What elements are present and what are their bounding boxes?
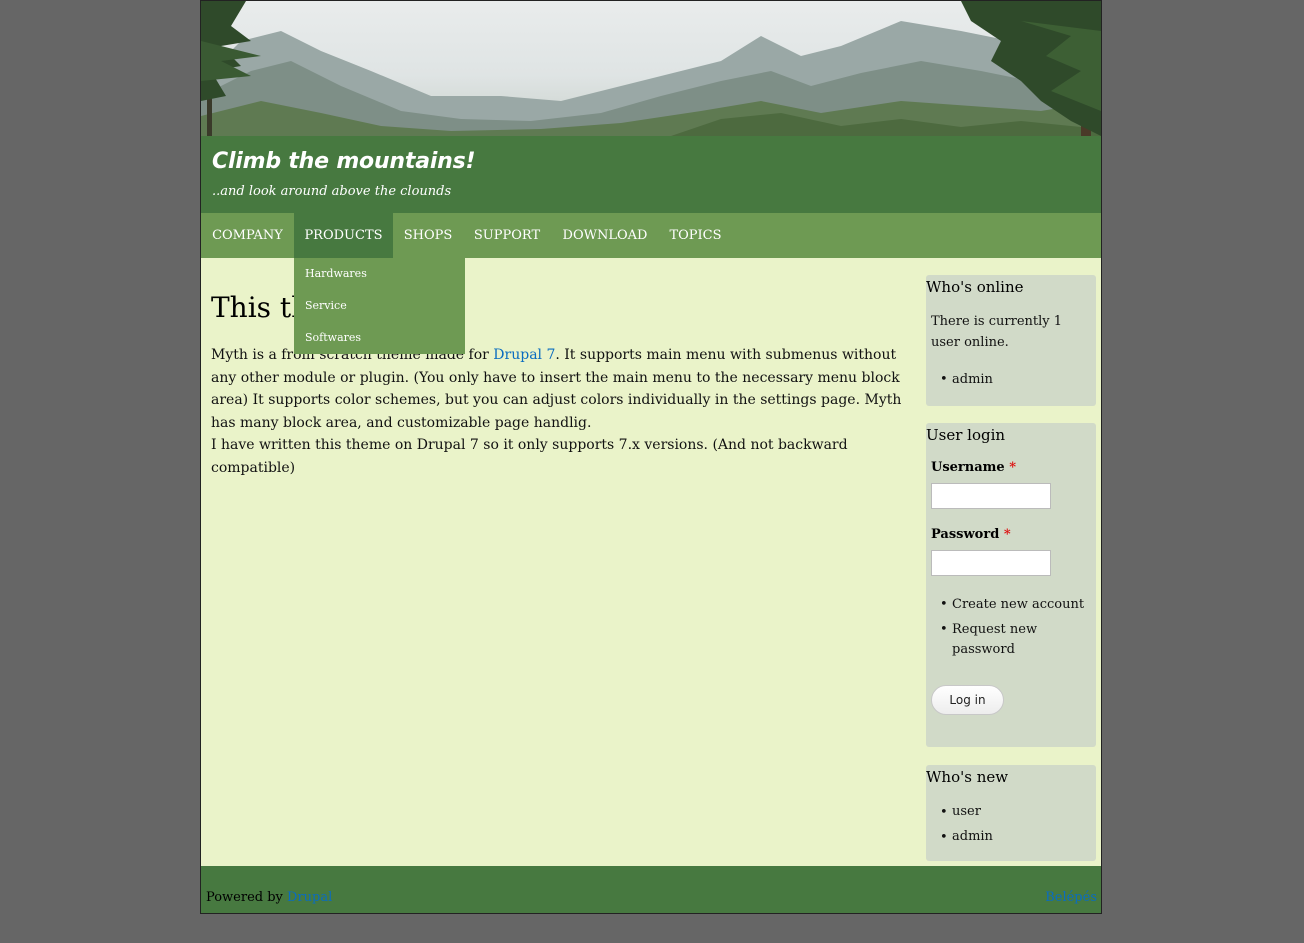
powered-by-text: Powered by xyxy=(206,890,283,905)
bullet: • xyxy=(940,830,948,845)
site-slogan: ..and look around above the clounds xyxy=(212,184,452,199)
user-login-block: User login Username * Password * • Creat… xyxy=(926,423,1096,747)
username-label: Username * xyxy=(931,460,1016,475)
login-footer-link[interactable]: Belépés xyxy=(1045,890,1097,905)
bullet: • xyxy=(940,597,948,612)
main-menu: COMPANY PRODUCTS SHOPS SUPPORT DOWNLOAD … xyxy=(201,213,1101,258)
submenu-item-softwares[interactable]: Softwares xyxy=(305,331,361,344)
nav-item-download[interactable]: DOWNLOAD xyxy=(551,213,659,258)
password-label-text: Password xyxy=(931,527,1000,542)
nav-item-topics[interactable]: TOPICS xyxy=(659,213,732,258)
site-footer: Powered by Drupal Belépés xyxy=(201,866,1101,913)
nav-item-support[interactable]: SUPPORT xyxy=(463,213,551,258)
block-title: User login xyxy=(926,426,1006,444)
whos-new-block: Who's new • user • admin xyxy=(926,765,1096,861)
required-mark: * xyxy=(1003,527,1011,542)
username-input[interactable] xyxy=(931,483,1051,509)
password-input[interactable] xyxy=(931,550,1051,576)
create-account-link[interactable]: Create new account xyxy=(952,595,1092,615)
new-user-link[interactable]: admin xyxy=(952,827,1092,847)
header-banner-image xyxy=(201,1,1101,136)
article-body: Myth is a from scratch theme made for Dr… xyxy=(211,344,916,479)
nav-item-shops[interactable]: SHOPS xyxy=(393,213,463,258)
block-title: Who's new xyxy=(926,768,1009,786)
bullet: • xyxy=(940,372,948,387)
request-password-link[interactable]: Request new password xyxy=(952,620,1092,660)
body-paragraph: I have written this theme on Drupal 7 so… xyxy=(211,437,848,476)
site-name[interactable]: Climb the mountains! xyxy=(212,149,476,174)
online-user-link[interactable]: admin xyxy=(952,370,1092,390)
whos-online-block: Who's online There is currently 1 user o… xyxy=(926,275,1096,406)
mountain-landscape-image xyxy=(201,1,1101,136)
nav-item-products[interactable]: PRODUCTS xyxy=(294,213,393,258)
required-mark: * xyxy=(1009,460,1017,475)
powered-by: Powered by Drupal xyxy=(206,890,332,905)
block-title: Who's online xyxy=(926,278,1024,296)
products-submenu: Hardwares Service Softwares xyxy=(294,258,465,354)
bullet: • xyxy=(940,805,948,820)
submenu-item-service[interactable]: Service xyxy=(305,299,347,312)
online-status-text: There is currently 1 user online. xyxy=(931,314,1063,350)
submenu-item-hardwares[interactable]: Hardwares xyxy=(305,267,367,280)
drupal-link[interactable]: Drupal xyxy=(287,890,332,905)
bullet: • xyxy=(940,622,948,637)
new-user-link[interactable]: user xyxy=(952,802,1092,822)
nav-item-company[interactable]: COMPANY xyxy=(201,213,294,258)
page: Climb the mountains! ..and look around a… xyxy=(200,0,1102,914)
body-paragraph: Myth is a from scratch theme made for Dr… xyxy=(211,344,916,434)
drupal-7-link[interactable]: Drupal 7 xyxy=(493,347,555,363)
site-header: Climb the mountains! ..and look around a… xyxy=(201,136,1101,213)
login-button[interactable]: Log in xyxy=(931,685,1004,715)
username-label-text: Username xyxy=(931,460,1005,475)
password-label: Password * xyxy=(931,527,1011,542)
